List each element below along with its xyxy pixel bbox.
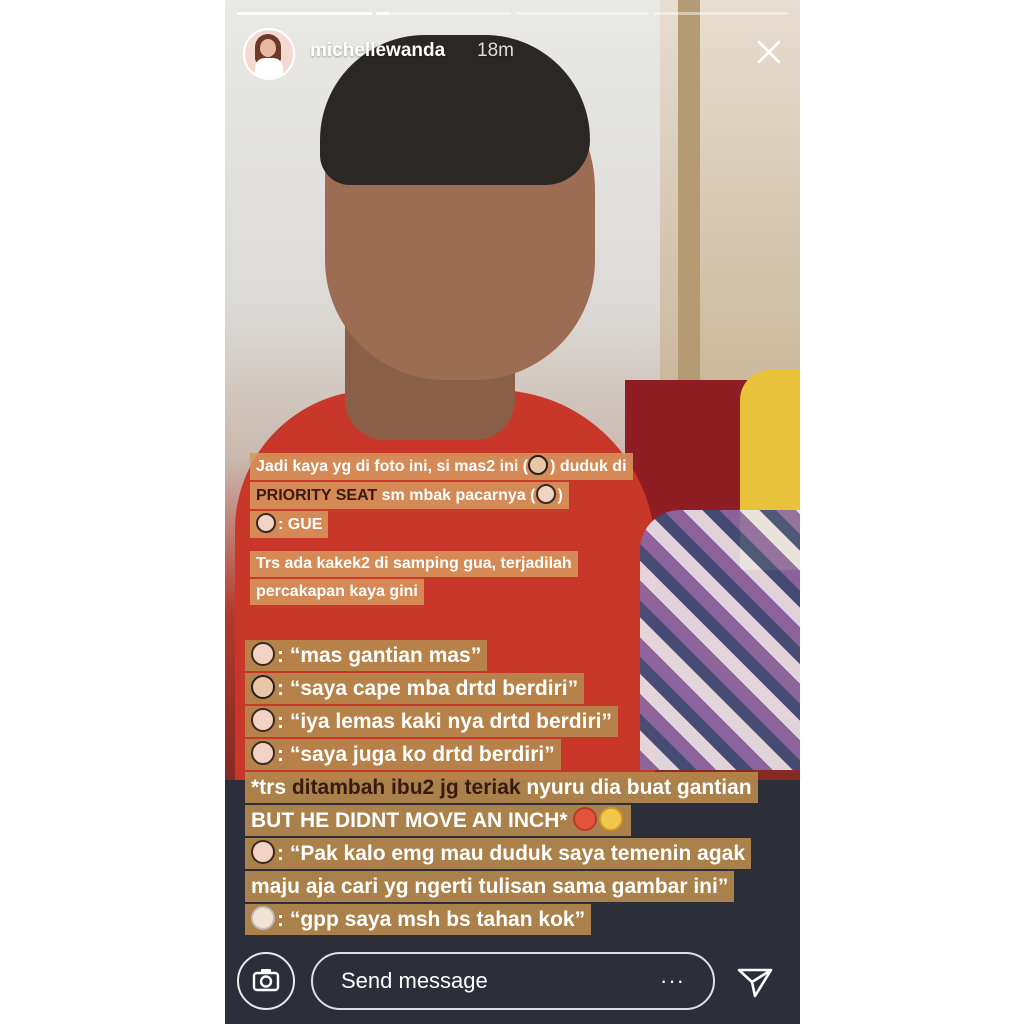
request-line: : “Pak kalo emg mau duduk saya temenin a… bbox=[245, 838, 751, 869]
reply-text: : “gpp saya msh bs tahan kok” bbox=[277, 908, 586, 931]
woman-icon bbox=[251, 708, 275, 732]
progress-segment bbox=[375, 12, 511, 15]
dialog-line: : “iya lemas kaki nya drtd berdiri” bbox=[245, 706, 618, 737]
narration-text: *trs bbox=[251, 776, 292, 799]
dialog-line: : “saya juga ko drtd berdiri” bbox=[245, 739, 561, 770]
woman-raising-hand-icon bbox=[251, 741, 275, 765]
story-progress bbox=[237, 12, 788, 15]
photo-window-frame bbox=[678, 0, 700, 400]
progress-segment bbox=[237, 12, 372, 15]
reply-line: : “gpp saya msh bs tahan kok” bbox=[245, 904, 592, 935]
dialog-text: : “mas gantian mas” bbox=[277, 644, 482, 667]
request-line: maju aja cari yg ngerti tulisan sama gam… bbox=[245, 871, 735, 902]
camera-button[interactable] bbox=[237, 952, 295, 1010]
username[interactable]: michellewanda bbox=[310, 40, 445, 62]
post-time: 18m bbox=[477, 40, 514, 61]
man-icon bbox=[251, 675, 275, 699]
caption-line: : GUE bbox=[250, 511, 329, 538]
progress-segment bbox=[514, 12, 650, 15]
caption-text: ) bbox=[557, 487, 563, 504]
request-text: : “Pak kalo emg mau duduk saya temenin a… bbox=[277, 842, 745, 865]
man-icon bbox=[528, 455, 549, 475]
send-message-placeholder: Send message bbox=[341, 968, 488, 993]
caption-intro: Jadi kaya yg di foto ini, si mas2 ini ()… bbox=[250, 453, 800, 540]
narration-line: BUT HE DIDNT MOVE AN INCH* bbox=[245, 805, 632, 836]
caption-line: Jadi kaya yg di foto ini, si mas2 ini ()… bbox=[250, 453, 633, 480]
avatar[interactable] bbox=[243, 28, 295, 80]
close-icon[interactable] bbox=[755, 38, 783, 66]
woman-raising-hand-icon bbox=[251, 642, 275, 666]
narration-text: BUT HE DIDNT MOVE AN INCH* bbox=[251, 809, 574, 832]
woman-icon bbox=[535, 484, 556, 504]
dialog-text: : “iya lemas kaki nya drtd berdiri” bbox=[277, 710, 612, 733]
caption-line: Trs ada kakek2 di samping gua, terjadila… bbox=[250, 551, 578, 577]
woman-raising-hand-icon bbox=[251, 840, 275, 864]
woman-raising-hand-icon bbox=[256, 513, 276, 533]
caption-text: sm mbak pacarnya ( bbox=[377, 487, 536, 504]
caption-line: percakapan kaya gini bbox=[250, 579, 424, 605]
dialog-text: : “saya cape mba drtd berdiri” bbox=[277, 677, 579, 700]
dialog-line: : “mas gantian mas” bbox=[245, 640, 488, 671]
angry-face-icon bbox=[573, 807, 598, 831]
narration-text: nyuru dia buat gantian bbox=[520, 776, 752, 799]
dialog-text: : “saya juga ko drtd berdiri” bbox=[277, 743, 555, 766]
caption-line: PRIORITY SEAT sm mbak pacarnya () bbox=[250, 482, 569, 509]
narration-highlight: ditambah ibu2 jg teriak bbox=[291, 776, 521, 799]
narration-line: *trs ditambah ibu2 jg teriak nyuru dia b… bbox=[245, 772, 758, 803]
story-viewer[interactable]: michellewanda 18m Jadi kaya yg di foto i… bbox=[225, 0, 800, 1024]
paper-plane-icon[interactable] bbox=[735, 962, 775, 1002]
camera-icon bbox=[252, 969, 280, 992]
caption-context: Trs ada kakek2 di samping gua, terjadila… bbox=[250, 551, 800, 607]
caption-dialog: : “mas gantian mas” : “saya cape mba drt… bbox=[245, 640, 800, 937]
more-options-icon[interactable]: ··· bbox=[660, 954, 685, 1008]
caption-text: Jadi kaya yg di foto ini, si mas2 ini ( bbox=[256, 458, 529, 475]
send-message-input[interactable]: Send message ··· bbox=[311, 952, 715, 1010]
caption-highlight: PRIORITY SEAT bbox=[256, 487, 378, 504]
dialog-line: : “saya cape mba drtd berdiri” bbox=[245, 673, 585, 704]
steam-face-icon bbox=[599, 807, 624, 831]
caption-text: ) duduk di bbox=[550, 458, 627, 475]
progress-segment bbox=[653, 12, 788, 15]
old-man-icon bbox=[251, 906, 275, 930]
caption-text: : GUE bbox=[278, 516, 323, 533]
